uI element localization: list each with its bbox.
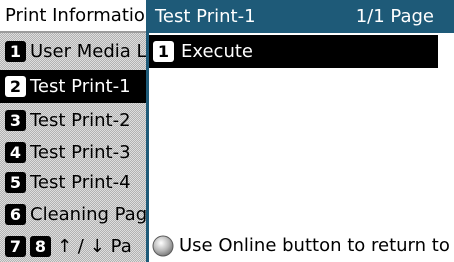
- online-button-icon: [152, 235, 174, 256]
- menu-item-label: Test Print-2: [30, 110, 131, 131]
- nav-key-7[interactable]: 7: [5, 236, 26, 257]
- test-print-popup: Test Print-1 1/1 Page 1 Execute Use Onli…: [146, 0, 454, 262]
- menu-item-test-print-2[interactable]: 3 Test Print-2: [0, 104, 150, 137]
- menu-item-test-print-4[interactable]: 5 Test Print-4: [0, 166, 150, 199]
- menu-item-number: 6: [5, 204, 26, 225]
- popup-title: Test Print-1: [155, 6, 256, 27]
- up-down-arrows-icon: ↑ / ↓: [57, 236, 105, 257]
- menu-item-label: User Media L: [30, 41, 147, 62]
- execute-label: Execute: [181, 41, 253, 62]
- menu-item-user-media[interactable]: 1 User Media L: [0, 35, 150, 68]
- menu-item-number: 1: [5, 41, 26, 62]
- menu-item-label: Test Print-1: [30, 76, 131, 97]
- menu-item-number: 5: [5, 172, 26, 193]
- menu-item-number: 4: [5, 142, 26, 163]
- popup-footer-hint: Use Online button to return to s...: [149, 229, 454, 262]
- execute-menu-item[interactable]: 1 Execute: [149, 35, 438, 68]
- nav-label: Pa: [110, 236, 132, 257]
- background-menu-title: Print Information: [0, 0, 150, 33]
- menu-item-number: 3: [5, 110, 26, 131]
- menu-item-test-print-3[interactable]: 4 Test Print-3: [0, 136, 150, 169]
- menu-nav-row: 7 8 ↑ / ↓ Pa: [0, 230, 150, 262]
- page-indicator: 1/1 Page: [355, 6, 434, 27]
- menu-item-label: Test Print-3: [30, 142, 131, 163]
- nav-key-8[interactable]: 8: [30, 236, 51, 257]
- menu-item-number: 2: [5, 76, 26, 97]
- menu-item-label: Cleaning Pag: [30, 204, 148, 225]
- menu-item-number: 1: [153, 41, 174, 62]
- menu-item-test-print-1[interactable]: 2 Test Print-1: [0, 70, 150, 103]
- footer-text: Use Online button to return to s...: [179, 235, 454, 256]
- menu-item-label: Test Print-4: [30, 172, 131, 193]
- background-menu-panel: Print Information 1 User Media L 2 Test …: [0, 0, 150, 262]
- popup-header: Test Print-1 1/1 Page: [149, 0, 454, 33]
- menu-item-cleaning-page[interactable]: 6 Cleaning Pag: [0, 198, 150, 231]
